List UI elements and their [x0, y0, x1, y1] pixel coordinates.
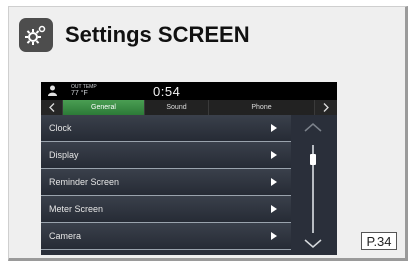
menu-item-label: Display	[49, 150, 79, 160]
play-arrow-icon	[271, 178, 277, 186]
tab-sound[interactable]: Sound	[145, 100, 209, 115]
menu-item-display[interactable]: Display	[41, 142, 291, 169]
chevron-right-icon	[323, 103, 329, 112]
settings-menu-list: Clock Display Reminder Screen Meter Scre…	[41, 115, 291, 250]
scroll-up-chevron-icon[interactable]	[304, 122, 322, 132]
page-reference-badge: P.34	[361, 232, 397, 250]
play-arrow-icon	[271, 205, 277, 213]
menu-item-label: Clock	[49, 123, 72, 133]
driver-profile-icon[interactable]	[48, 85, 57, 96]
menu-item-reminder-screen[interactable]: Reminder Screen	[41, 169, 291, 196]
tab-prev-button[interactable]	[41, 100, 63, 115]
settings-gear-icon	[19, 18, 53, 52]
scroll-down-chevron-icon[interactable]	[304, 239, 322, 249]
menu-item-label: Camera	[49, 231, 82, 241]
tab-bar: General Sound Phone	[41, 100, 337, 115]
play-arrow-icon	[271, 124, 277, 132]
status-bar: OUT TEMP 77 °F 0:54	[41, 82, 337, 100]
tab-phone[interactable]: Phone	[209, 100, 315, 115]
scroll-thumb[interactable]	[310, 154, 316, 165]
tab-general[interactable]: General	[63, 100, 145, 115]
page-title: Settings SCREEN	[65, 22, 250, 47]
play-arrow-icon	[271, 151, 277, 159]
infotainment-screen: OUT TEMP 77 °F 0:54 General Sound Phone …	[41, 82, 337, 255]
menu-item-meter-screen[interactable]: Meter Screen	[41, 196, 291, 223]
chevron-left-icon	[48, 103, 54, 112]
clock-display: 0:54	[153, 84, 181, 99]
menu-item-label: Reminder Screen	[49, 177, 120, 187]
info-card: Settings SCREEN OUT TEMP 77 °F 0:54 Gene…	[8, 6, 408, 261]
scrollbar[interactable]	[291, 115, 337, 255]
menu-item-camera[interactable]: Camera	[41, 223, 291, 250]
out-temp-value: 77 °F	[71, 90, 88, 97]
outside-temperature: OUT TEMP 77 °F	[71, 84, 97, 98]
play-arrow-icon	[271, 232, 277, 240]
tab-next-button[interactable]	[315, 100, 337, 115]
menu-item-clock[interactable]: Clock	[41, 115, 291, 142]
menu-item-label: Meter Screen	[49, 204, 104, 214]
card-header: Settings SCREEN	[19, 15, 250, 55]
